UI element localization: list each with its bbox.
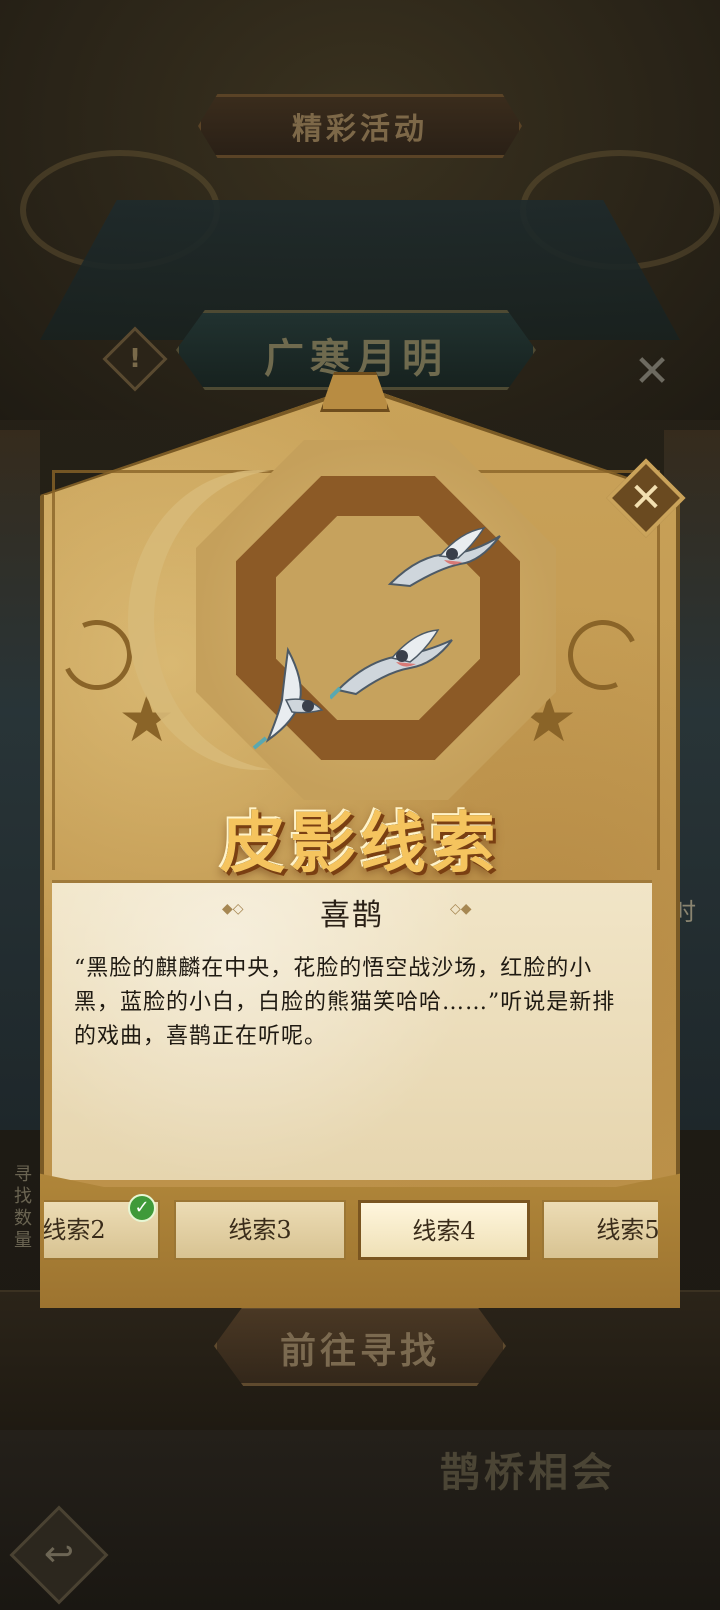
- bottom-banner-text: 鹊桥相会: [440, 1449, 616, 1496]
- diamond-ornament-icon: ◇◆: [450, 901, 472, 917]
- clue-tab-label: 线索2: [44, 1216, 106, 1244]
- clue-tab-label: 线索3: [228, 1216, 292, 1244]
- magpie-icon: [330, 620, 460, 700]
- close-icon: ✕: [629, 475, 663, 521]
- background-close-icon[interactable]: ✕: [630, 350, 674, 394]
- clue-tab[interactable]: 线索5: [542, 1200, 658, 1260]
- card-title: 皮影线索: [220, 804, 500, 882]
- info-icon: !: [129, 344, 141, 374]
- collected-check-icon: ✓: [128, 1194, 156, 1222]
- page-title: 精彩活动: [292, 112, 428, 147]
- clue-tab-label: 线索5: [596, 1216, 658, 1244]
- find-count-label: 寻找数量: [14, 1164, 32, 1251]
- clue-tab-selected[interactable]: 线索4: [358, 1200, 530, 1260]
- left-side-panel: [0, 430, 40, 1130]
- item-name: 喜鹊: [320, 898, 384, 933]
- magpie-icon: [248, 640, 328, 750]
- star-icon: ★: [118, 683, 176, 757]
- item-description: “黑脸的麒麟在中央，花脸的悟空战沙场，红脸的小黑，蓝脸的小白，白脸的熊猫笑哈哈……: [74, 956, 616, 1049]
- back-arrow-icon: ↩: [43, 1534, 75, 1575]
- magpie-icon: [380, 524, 510, 594]
- clue-tab[interactable]: 线索3: [174, 1200, 346, 1260]
- go-find-button-label: 前往寻找: [279, 1330, 440, 1372]
- clue-tab-label: 线索4: [412, 1217, 476, 1245]
